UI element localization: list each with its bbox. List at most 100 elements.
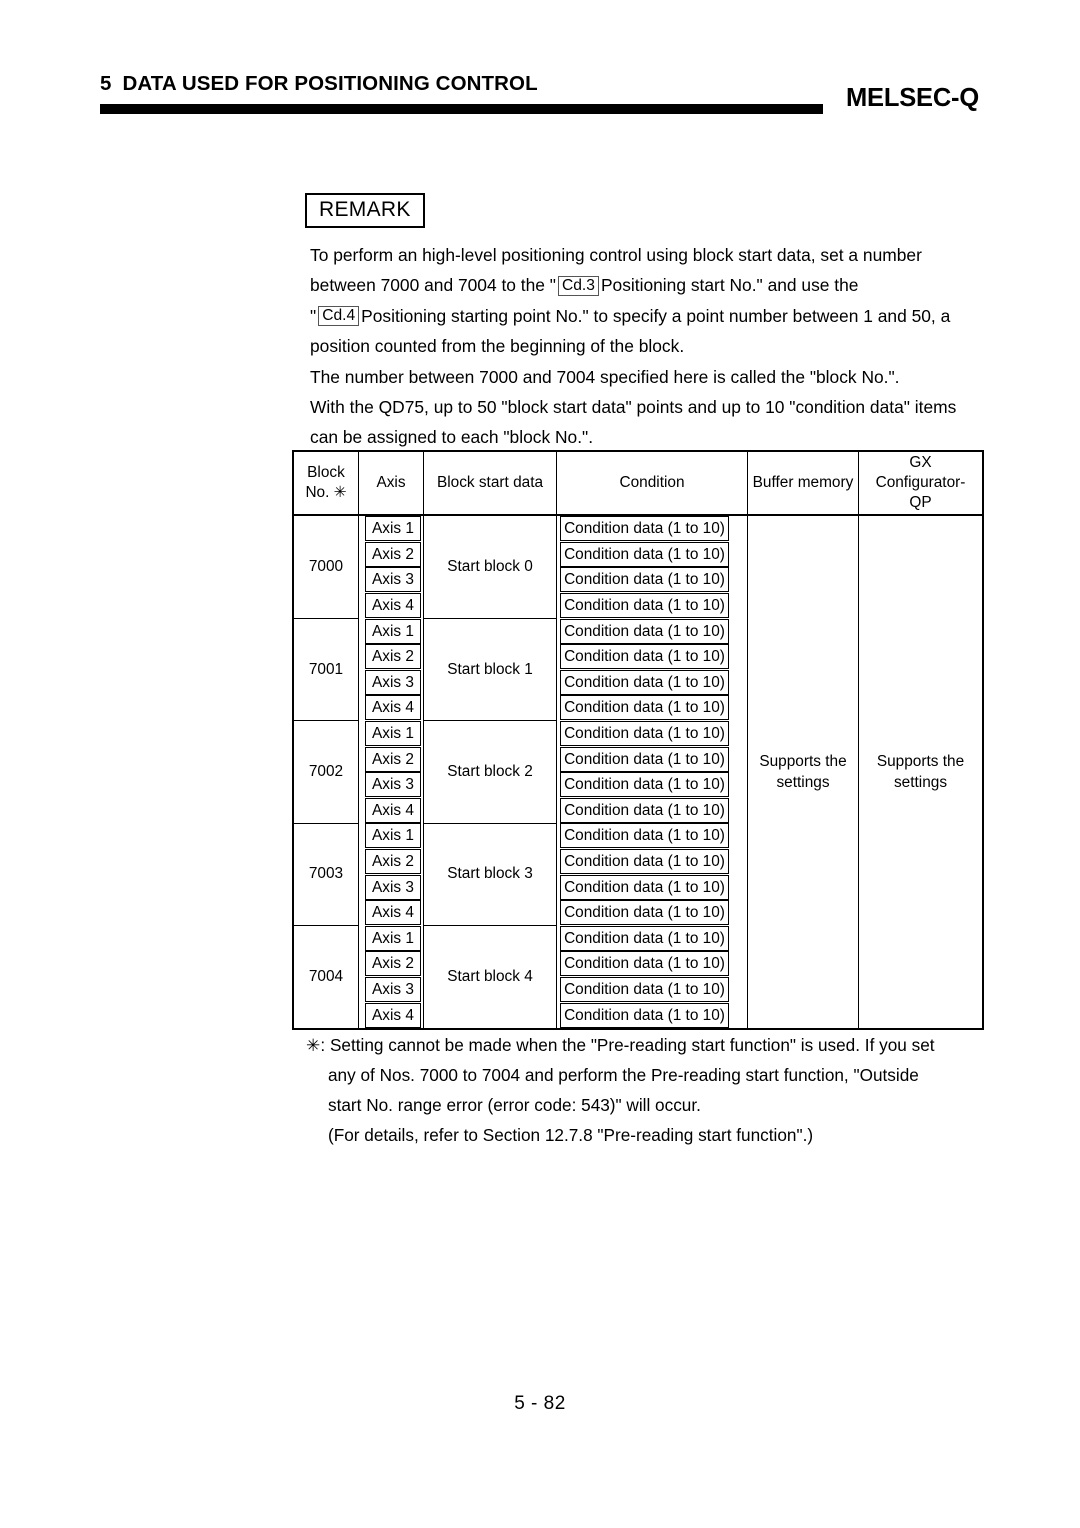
remark-line-3-post: Positioning starting point No." to speci… (361, 305, 951, 326)
cell-condition: Condition data (1 to 10) (556, 951, 748, 977)
cell-block-no: 7004 (292, 924, 359, 1030)
cell-axis: Axis 3 (359, 976, 424, 1003)
remark-line-3: " Cd.4 Positioning starting point No." to … (310, 301, 1000, 331)
cell-block-start-data: Start block 0 (423, 514, 557, 619)
axis-label: Axis 4 (365, 593, 421, 619)
axis-label: Axis 3 (365, 976, 421, 1002)
remark-label-box: REMARK (305, 193, 425, 228)
cell-block-no: 7003 (292, 822, 359, 927)
condition-data-label: Condition data (1 to 10) (560, 669, 729, 695)
footnote-line-1: ✳: Setting cannot be made when the "Pre-… (306, 1030, 1006, 1060)
cell-condition: Condition data (1 to 10) (556, 1002, 748, 1029)
chapter-title-text: DATA USED FOR POSITIONING CONTROL (122, 72, 538, 95)
cell-axis: Axis 4 (359, 900, 424, 926)
header-gx-line1: GX (909, 454, 932, 471)
cell-condition: Condition data (1 to 10) (556, 567, 748, 593)
product-name: MELSEC-Q (846, 84, 979, 112)
footnote-marker: ✳: (306, 1035, 326, 1055)
cell-axis: Axis 3 (359, 772, 424, 798)
remark-label: REMARK (319, 198, 411, 221)
axis-label: Axis 4 (365, 797, 421, 823)
axis-label: Axis 3 (365, 567, 421, 593)
condition-data-label: Condition data (1 to 10) (560, 721, 729, 747)
block-start-data-table: Block No. ✳ Axis Block start data Condit… (292, 450, 984, 1030)
cell-condition: Condition data (1 to 10) (556, 874, 748, 900)
header-block-no-line1: Block (307, 464, 345, 481)
remark-line-1: To perform an high-level positioning con… (310, 245, 922, 265)
condition-data-label: Condition data (1 to 10) (560, 516, 729, 542)
page-title: 5 DATA USED FOR POSITIONING CONTROL (100, 72, 538, 96)
axis-label: Axis 2 (365, 644, 421, 670)
axis-label: Axis 1 (365, 925, 421, 951)
condition-data-label: Condition data (1 to 10) (560, 1002, 729, 1028)
cell-axis: Axis 4 (359, 797, 424, 824)
condition-data-label: Condition data (1 to 10) (560, 874, 729, 900)
footnote-line-3: start No. range error (error code: 543)"… (328, 1095, 701, 1115)
cell-buffer-memory: Supports the settings (747, 514, 859, 1030)
cell-axis: Axis 4 (359, 695, 424, 721)
cell-block-start-data: Start block 1 (423, 617, 557, 722)
header-block-no: Block No. ✳ (292, 450, 359, 516)
cell-block-start-data: Start block 2 (423, 720, 557, 824)
table-row: 7000 Axis 1 Start block 0 Condition data (1… (292, 514, 984, 1030)
cell-condition: Condition data (1 to 10) (556, 899, 748, 926)
condition-data-label: Condition data (1 to 10) (560, 644, 729, 670)
cell-condition: Condition data (1 to 10) (556, 669, 748, 696)
cell-condition: Condition data (1 to 10) (556, 771, 748, 798)
footnote: ✳: Setting cannot be made when the "Pre-… (306, 1030, 1006, 1150)
cell-axis: Axis 2 (359, 644, 424, 670)
condition-data-label: Condition data (1 to 10) (560, 823, 729, 849)
cell-axis: Axis 1 (359, 515, 424, 542)
condition-data-label: Condition data (1 to 10) (560, 772, 729, 798)
header-axis: Axis (358, 450, 424, 516)
axis-label: Axis 2 (365, 951, 421, 977)
condition-data-label: Condition data (1 to 10) (560, 925, 729, 951)
remark-line-6: With the QD75, up to 50 "block start dat… (310, 397, 957, 418)
buffer-memory-value-line2: settings (776, 773, 830, 791)
header-block-no-line2: No. ✳ (305, 484, 347, 501)
cell-condition: Condition data (1 to 10) (556, 823, 748, 849)
cell-axis: Axis 2 (359, 746, 424, 772)
remark-body: To perform an high-level positioning con… (310, 240, 1000, 453)
cell-axis: Axis 3 (359, 669, 424, 696)
cell-condition: Condition data (1 to 10) (556, 592, 748, 619)
cell-axis: Axis 3 (359, 874, 424, 900)
cell-block-no: 7001 (292, 617, 359, 722)
cell-condition: Condition data (1 to 10) (556, 925, 748, 952)
cell-condition: Condition data (1 to 10) (556, 848, 748, 875)
cell-block-start-data: Start block 3 (423, 822, 557, 927)
remark-line-2-pre: between 7000 and 7004 to the " (310, 275, 556, 296)
cell-block-no: 7002 (292, 720, 359, 824)
axis-label: Axis 1 (365, 823, 421, 849)
cell-condition: Condition data (1 to 10) (556, 515, 748, 542)
cell-gx-configurator-qp: Supports the settings (858, 514, 984, 1030)
cell-condition: Condition data (1 to 10) (556, 618, 748, 644)
axis-label: Axis 2 (365, 541, 421, 567)
cell-condition: Condition data (1 to 10) (556, 746, 748, 772)
axis-label: Axis 1 (365, 618, 421, 644)
table-header-row: Block No. ✳ Axis Block start data Condit… (292, 450, 984, 516)
condition-data-label: Condition data (1 to 10) (560, 976, 729, 1002)
axis-label: Axis 3 (365, 874, 421, 900)
cell-axis: Axis 2 (359, 541, 424, 568)
cell-axis: Axis 1 (359, 618, 424, 644)
page-header: 5 DATA USED FOR POSITIONING CONTROL MELSE… (0, 72, 1080, 132)
axis-label: Axis 4 (365, 1002, 421, 1028)
table-body: 7000 Axis 1 Start block 0 Condition data (1… (292, 514, 984, 1030)
buffer-memory-value-line1: Supports the (759, 752, 847, 770)
remark-line-3-pre: " (310, 305, 317, 326)
cell-condition: Condition data (1 to 10) (556, 797, 748, 824)
condition-data-label: Condition data (1 to 10) (560, 567, 729, 593)
axis-label: Axis 3 (365, 669, 421, 695)
axis-label: Axis 4 (365, 900, 421, 926)
cell-axis: Axis 1 (359, 925, 424, 952)
remark-line-2: between 7000 and 7004 to the " Cd.3 Positi… (310, 270, 1000, 300)
cell-axis: Axis 2 (359, 849, 424, 875)
condition-data-label: Condition data (1 to 10) (560, 746, 729, 772)
cell-condition: Condition data (1 to 10) (556, 976, 748, 1003)
cell-block-no: 7000 (292, 514, 359, 619)
page-number: 5 - 82 (514, 1393, 566, 1414)
condition-data-label: Condition data (1 to 10) (560, 541, 729, 567)
header-buffer-memory: Buffer memory (747, 450, 859, 516)
chapter-number: 5 (100, 72, 112, 95)
